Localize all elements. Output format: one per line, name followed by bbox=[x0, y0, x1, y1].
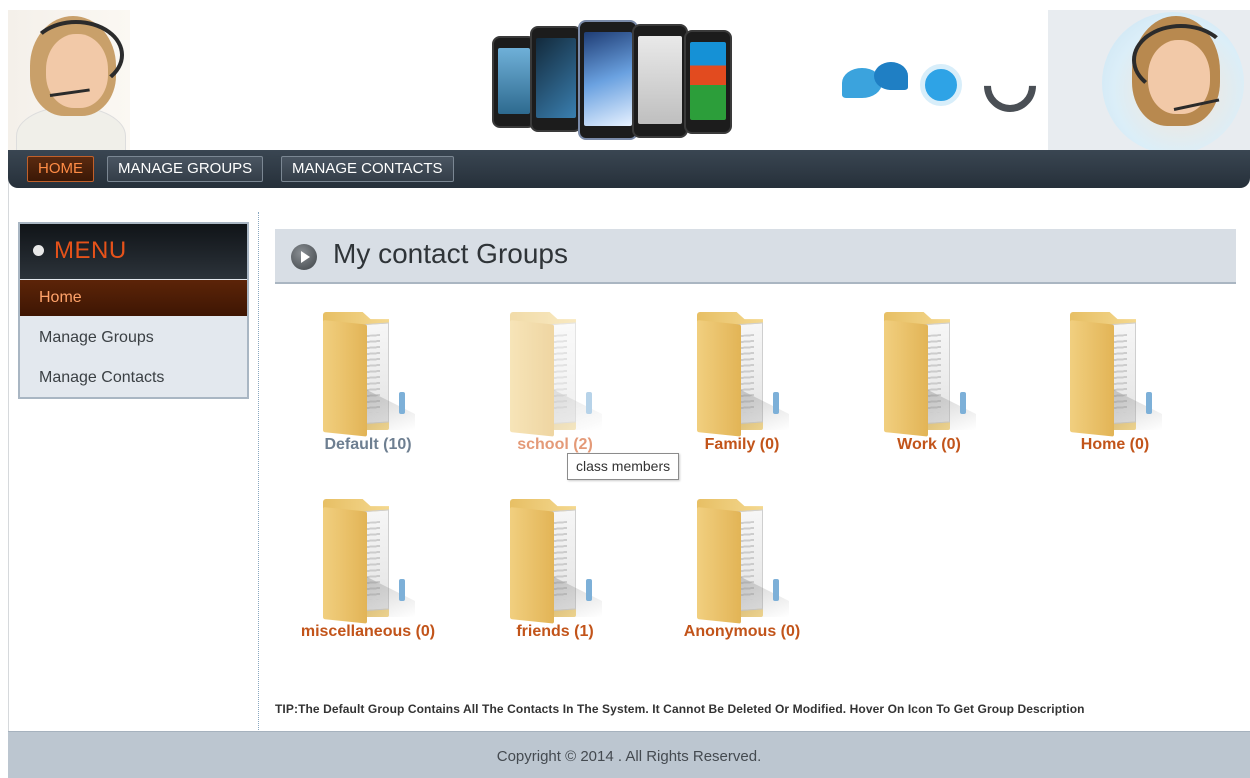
column-divider bbox=[258, 212, 259, 730]
group-miscellaneous[interactable]: miscellaneous (0) bbox=[275, 499, 455, 659]
folder-icon[interactable] bbox=[323, 499, 415, 624]
chat-bubble-icon bbox=[874, 62, 908, 90]
group-label[interactable]: Family (0) bbox=[649, 436, 835, 454]
content-header: My contact Groups bbox=[275, 229, 1236, 284]
support-agent-image-left bbox=[8, 10, 130, 152]
folder-icon[interactable] bbox=[1070, 312, 1162, 437]
header-banner bbox=[8, 10, 1250, 152]
group-school[interactable]: school (2) bbox=[462, 312, 642, 472]
bullet-icon bbox=[33, 245, 44, 256]
group-label[interactable]: miscellaneous (0) bbox=[275, 623, 461, 641]
tab-home[interactable]: HOME bbox=[27, 156, 94, 182]
folder-icon[interactable] bbox=[697, 499, 789, 624]
folder-icon[interactable] bbox=[510, 499, 602, 624]
page-title: My contact Groups bbox=[333, 238, 568, 269]
sidebar-item-manage-contacts[interactable]: Manage Contacts bbox=[20, 360, 247, 396]
sidebar-item-home[interactable]: Home bbox=[20, 280, 247, 316]
folder-icon[interactable] bbox=[884, 312, 976, 437]
group-label[interactable]: Anonymous (0) bbox=[649, 623, 835, 641]
tab-manage-groups[interactable]: MANAGE GROUPS bbox=[107, 156, 264, 182]
group-label[interactable]: friends (1) bbox=[462, 623, 648, 641]
support-agent-image-right bbox=[1102, 10, 1250, 152]
group-description-tooltip: class members bbox=[567, 453, 680, 480]
folder-icon[interactable] bbox=[323, 312, 415, 437]
group-label[interactable]: Work (0) bbox=[836, 436, 1022, 454]
smartphones-image bbox=[486, 14, 736, 148]
sidebar-menu-header: MENU bbox=[20, 224, 247, 279]
group-friends[interactable]: friends (1) bbox=[462, 499, 642, 659]
group-anonymous[interactable]: Anonymous (0) bbox=[649, 499, 829, 659]
sidebar-menu: MENU Home Manage Groups Manage Contacts bbox=[18, 222, 249, 399]
group-label[interactable]: Default (10) bbox=[275, 436, 461, 454]
group-label[interactable]: school (2) bbox=[462, 436, 648, 454]
top-nav-bar: HOME MANAGE GROUPS MANAGE CONTACTS bbox=[8, 150, 1250, 188]
tip-text: TIP:The Default Group Contains All The C… bbox=[275, 702, 1085, 716]
group-home[interactable]: Home (0) bbox=[1022, 312, 1202, 472]
group-default[interactable]: Default (10) bbox=[275, 312, 455, 472]
group-work[interactable]: Work (0) bbox=[836, 312, 1016, 472]
sidebar-menu-title: MENU bbox=[54, 237, 127, 264]
group-family[interactable]: Family (0) bbox=[649, 312, 829, 472]
folder-icon[interactable] bbox=[510, 312, 602, 437]
skype-icon bbox=[920, 64, 962, 106]
group-label[interactable]: Home (0) bbox=[1022, 436, 1208, 454]
sidebar-item-manage-groups[interactable]: Manage Groups bbox=[20, 320, 247, 356]
phone-icon bbox=[973, 49, 1047, 123]
copyright-text: Copyright © 2014 . All Rights Reserved. bbox=[496, 748, 762, 765]
tab-manage-contacts[interactable]: MANAGE CONTACTS bbox=[281, 156, 454, 182]
footer: Copyright © 2014 . All Rights Reserved. bbox=[8, 731, 1250, 778]
arrow-circle-icon bbox=[291, 244, 317, 270]
folder-icon[interactable] bbox=[697, 312, 789, 437]
social-icons bbox=[834, 49, 1047, 123]
